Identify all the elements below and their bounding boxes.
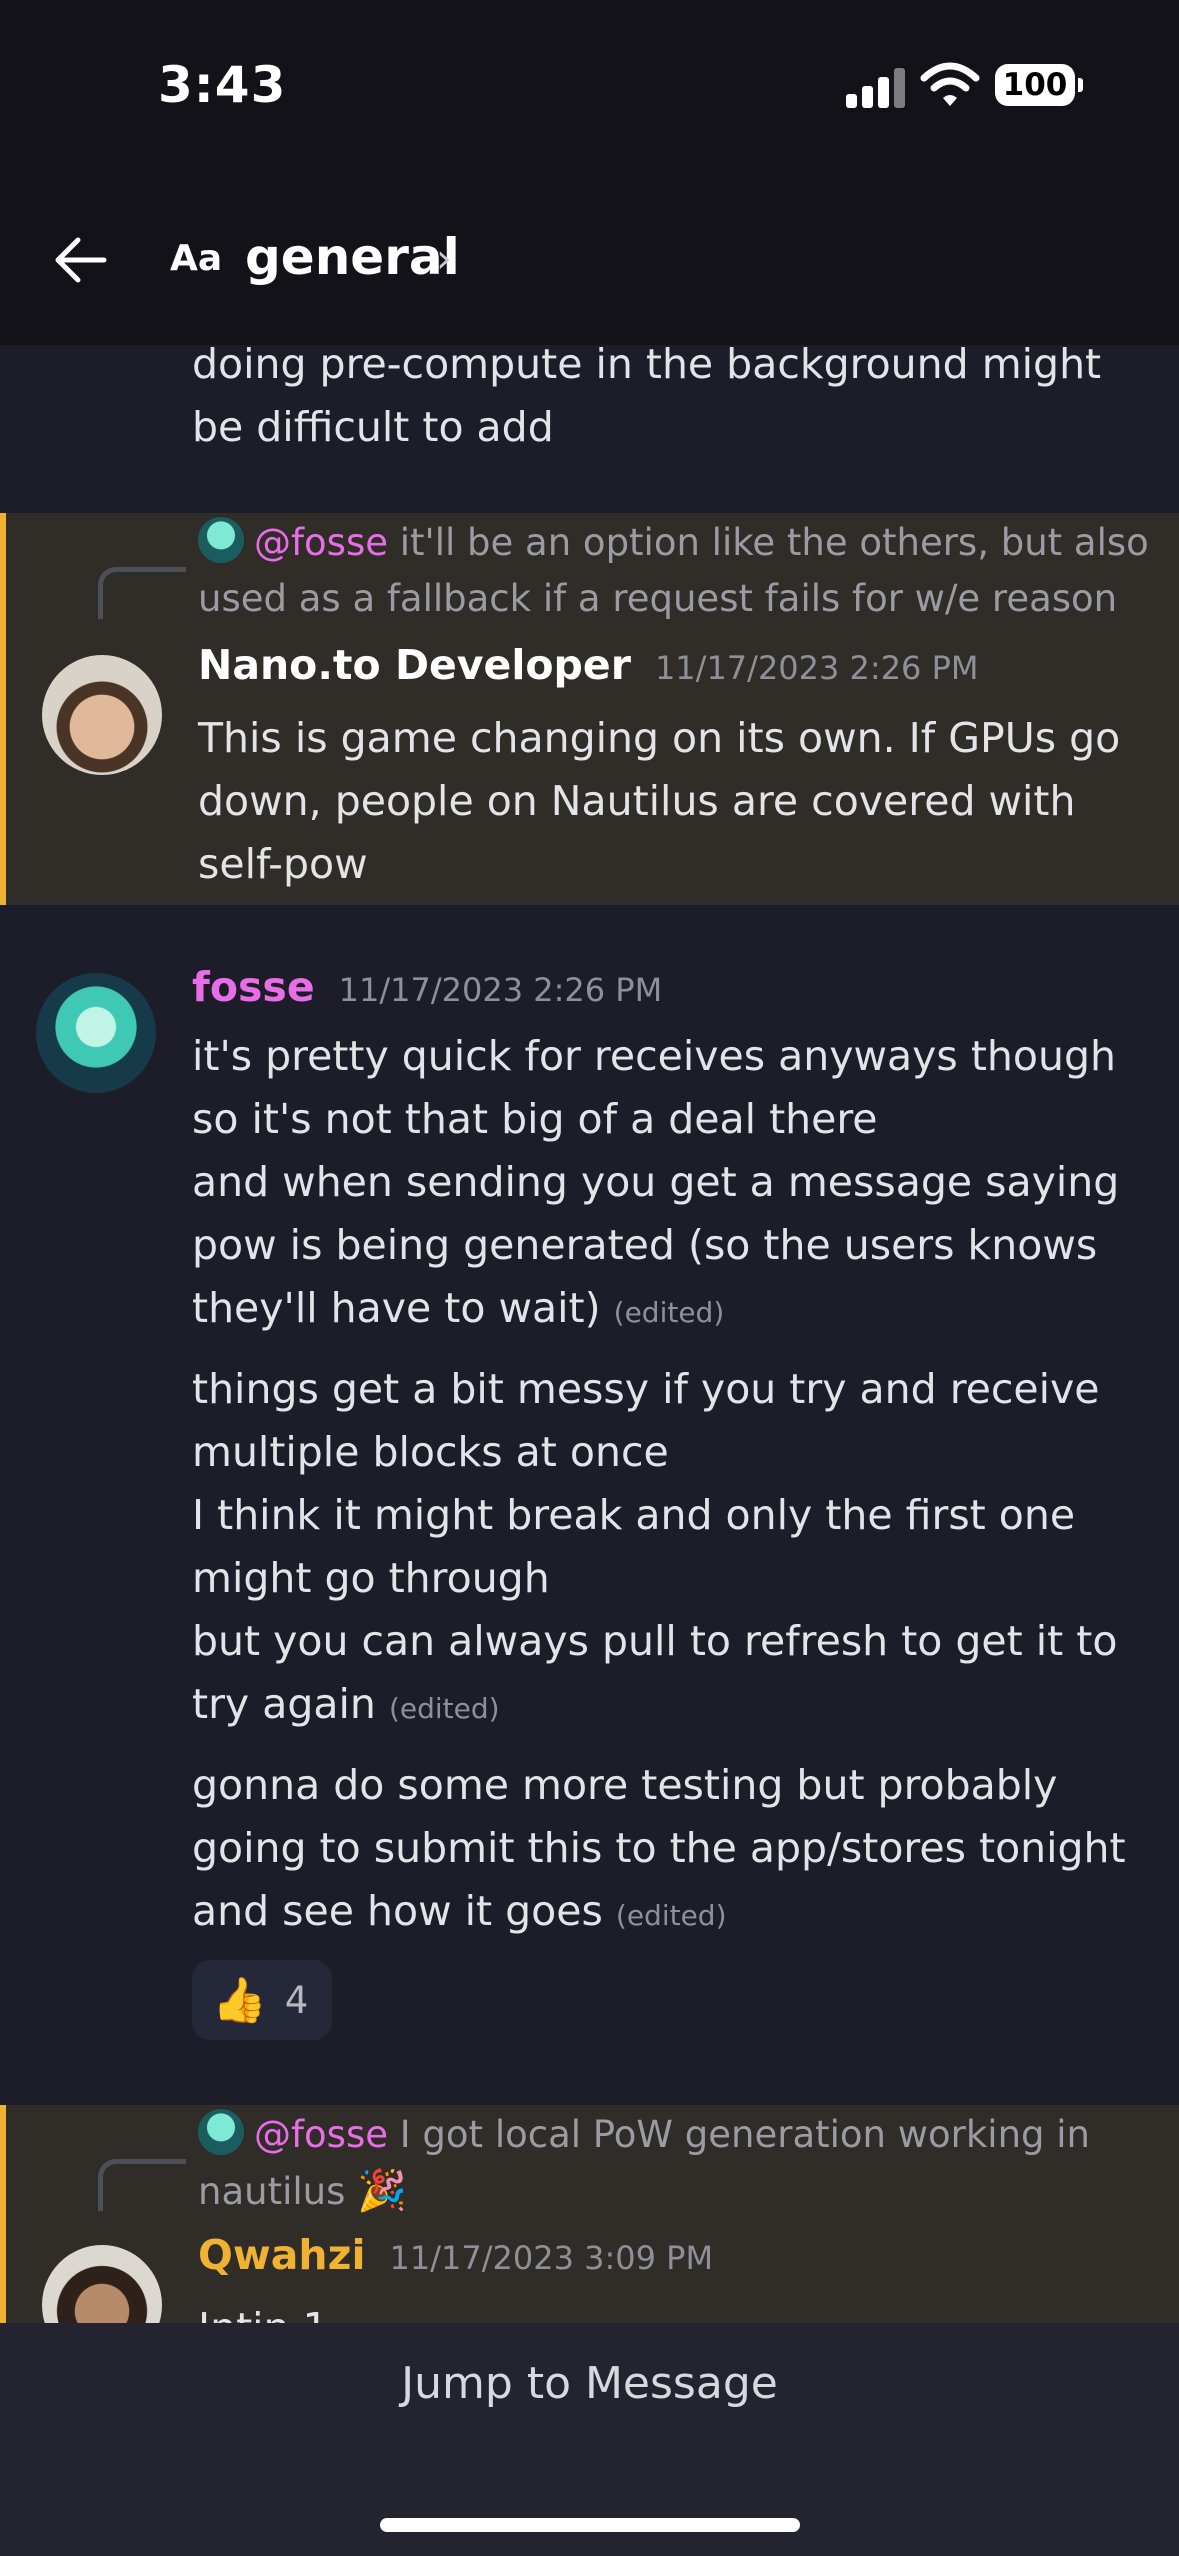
status-time: 3:43 (158, 56, 287, 114)
reply-mention: @fosse (254, 521, 388, 564)
cellular-signal-icon (846, 66, 906, 108)
message-timestamp: 11/17/2023 2:26 PM (338, 971, 663, 1009)
message-group: it's pretty quick for receives anyways t… (192, 1025, 1152, 1947)
author-name[interactable]: fosse (192, 963, 315, 1011)
author-name[interactable]: Nano.to Developer (198, 641, 631, 689)
message-text: This is game changing on its own. If GPU… (198, 714, 1121, 888)
message-header: Qwahzi 11/17/2023 3:09 PM (198, 2231, 713, 2279)
reply-connector (98, 567, 186, 619)
party-popper-emoji: 🎉 (357, 2168, 407, 2214)
edited-label: (edited) (388, 1692, 500, 1725)
chevron-right-icon[interactable]: › (436, 236, 452, 282)
highlighted-message[interactable]: @fosse it'll be an option like the other… (0, 513, 1179, 905)
message-timestamp: 11/17/2023 2:26 PM (654, 649, 979, 687)
back-arrow-icon[interactable] (50, 228, 114, 292)
jump-bar: Jump to Message (0, 2323, 1179, 2556)
avatar[interactable] (42, 2245, 162, 2323)
author-name[interactable]: Qwahzi (198, 2231, 366, 2279)
edited-label: (edited) (615, 1899, 727, 1932)
avatar[interactable] (42, 655, 162, 775)
home-indicator[interactable] (380, 2518, 800, 2532)
channel-title[interactable]: general (245, 228, 460, 286)
reply-avatar (198, 2109, 244, 2155)
message-line: gonna do some more testing but probably … (192, 1761, 1126, 1935)
message-list[interactable]: doing pre-compute in the background migh… (0, 345, 1179, 2323)
message-line: it's pretty quick for receives anyways t… (192, 1032, 1116, 1143)
wifi-icon (920, 62, 980, 106)
jump-to-message-button[interactable]: Jump to Message (0, 2358, 1179, 2409)
top-bar: 3:43 100 Aa general › (0, 0, 1179, 345)
message-header: Nano.to Developer 11/17/2023 2:26 PM (198, 641, 978, 689)
reply-preview[interactable]: @fosse I got local PoW generation workin… (198, 2107, 1158, 2220)
message-timestamp: 11/17/2023 3:09 PM (389, 2239, 714, 2277)
message-line: but you can always pull to refresh to ge… (192, 1617, 1118, 1728)
text-channel-icon: Aa (170, 238, 223, 279)
message-text: doing pre-compute in the background migh… (192, 345, 1102, 451)
battery-indicator: 100 (995, 64, 1083, 106)
message-line: I think it might break and only the firs… (192, 1491, 1076, 1602)
thumbs-up-icon: 👍 (212, 1975, 267, 2026)
reply-avatar (198, 517, 244, 563)
message-header: fosse 11/17/2023 2:26 PM (192, 963, 662, 1011)
reply-mention: @fosse (254, 2113, 388, 2156)
reply-preview[interactable]: @fosse it'll be an option like the other… (198, 515, 1158, 627)
reaction-thumbs-up[interactable]: 👍 4 (192, 1960, 332, 2040)
message-text: Intin 1 (198, 2297, 1158, 2323)
reaction-count: 4 (284, 1978, 309, 2022)
message-line: and when sending you get a message sayin… (192, 1158, 1120, 1332)
edited-label: (edited) (613, 1296, 725, 1329)
message-line: things get a bit messy if you try and re… (192, 1365, 1100, 1476)
avatar[interactable] (36, 973, 156, 1093)
reply-connector (98, 2159, 186, 2211)
highlighted-message[interactable]: @fosse I got local PoW generation workin… (0, 2105, 1179, 2323)
